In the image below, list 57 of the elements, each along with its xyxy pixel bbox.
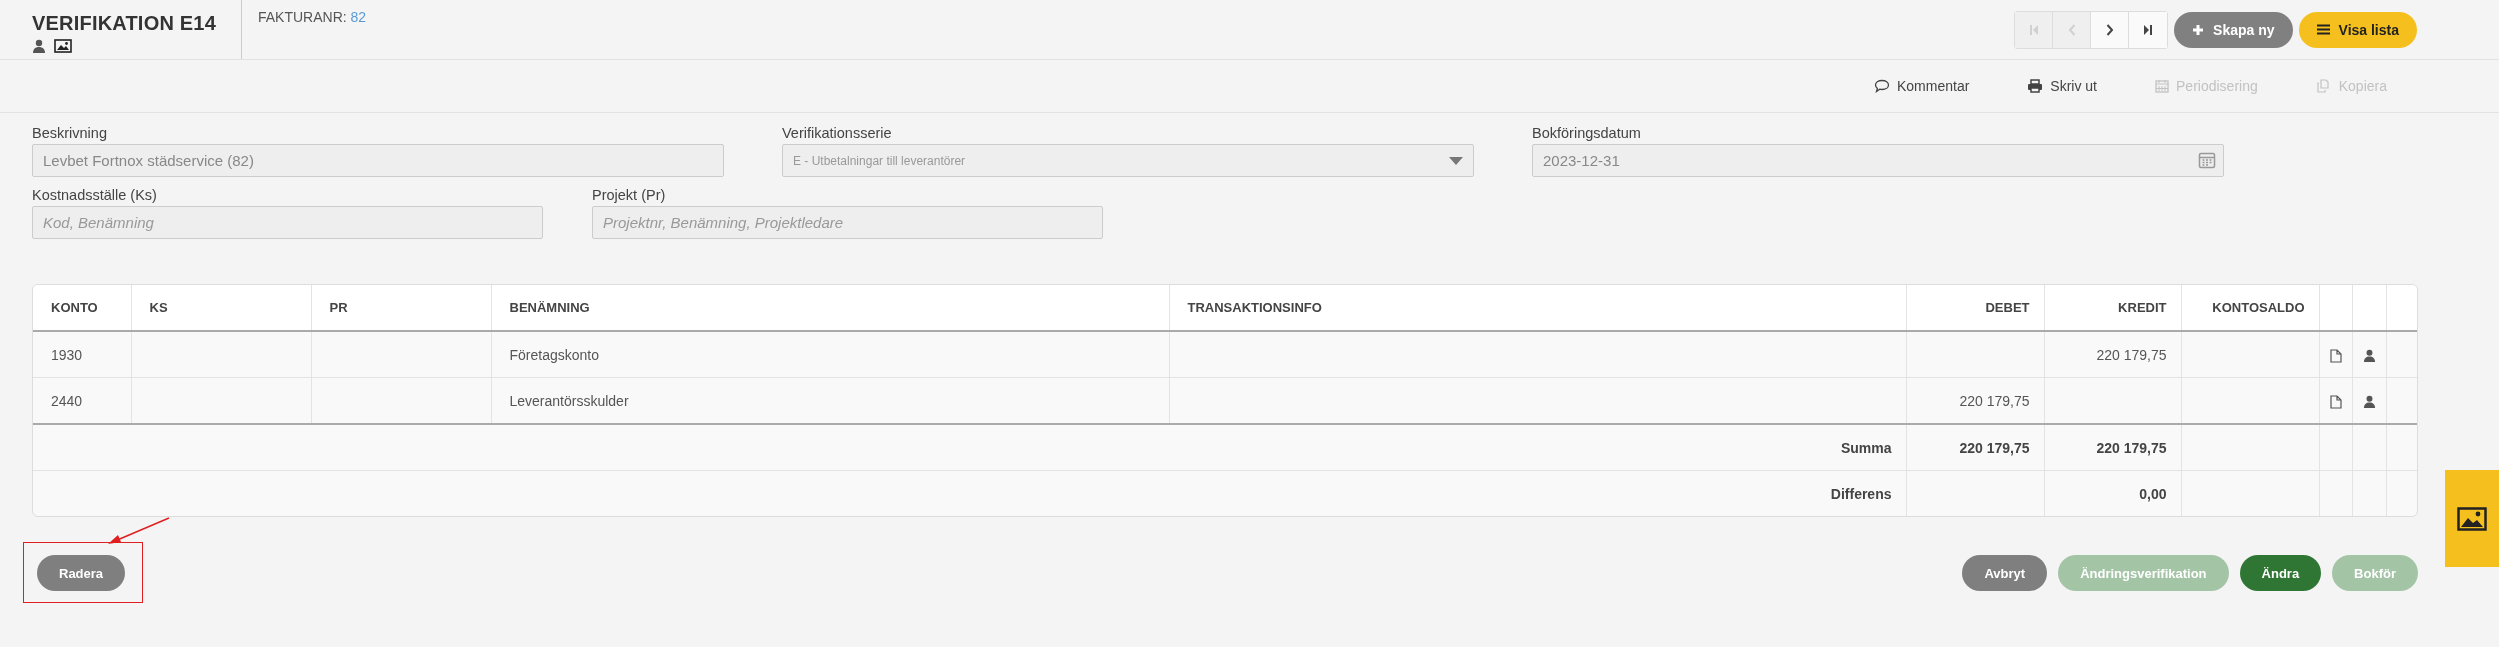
field-label: Verifikationsserie (782, 125, 893, 141)
table-cell: 1930 (51, 346, 83, 363)
field-label: Kostnadsställe (Ks) (32, 187, 158, 203)
document-icon[interactable] (2329, 394, 2342, 409)
secondary-button[interactable]: Radera (37, 555, 126, 591)
invoice-number[interactable]: 82 (350, 9, 367, 25)
table-cell: 220 179,75 (1959, 392, 2030, 409)
print-action[interactable]: Skriv ut (2027, 78, 2097, 94)
skip-first-icon (2028, 23, 2039, 36)
table-cell: Företagskonto (509, 346, 599, 363)
page-title: VERIFIKATION E14 (32, 12, 216, 35)
column-header: KONTO (51, 300, 98, 315)
document-icon[interactable] (2329, 348, 2342, 363)
total-label: Differens (1830, 485, 1892, 502)
person-icon (32, 39, 46, 53)
person-icon[interactable] (2362, 395, 2376, 409)
column-header: TRANSAKTIONSINFO (1187, 300, 1322, 315)
caret-icon (1449, 156, 1463, 165)
total-amount: 220 179,75 (2096, 439, 2167, 456)
comment-action[interactable]: Kommentar (1873, 78, 1970, 94)
action-button[interactable]: Ändra (2239, 555, 2322, 591)
speech-bubble-icon (1873, 79, 1890, 93)
invoice-label: FAKTURANR: (258, 9, 347, 25)
total-amount: 0,00 (2139, 485, 2167, 502)
printer-icon (2027, 79, 2044, 93)
total-label: Summa (1840, 439, 1892, 456)
column-header: KS (149, 300, 168, 315)
column-header: PR (329, 300, 348, 315)
image-icon (54, 39, 72, 53)
image-icon[interactable] (2457, 506, 2487, 531)
column-header: KREDIT (2118, 300, 2167, 315)
calendar-icon (2155, 79, 2169, 93)
list-button[interactable]: Visa lista (2298, 11, 2417, 48)
field-label: Beskrivning (32, 125, 108, 141)
chevron-right-icon (2104, 23, 2115, 36)
column-header: DEBET (1985, 300, 2030, 315)
text-field[interactable]: Levbet Fortnox städservice (82) (32, 144, 724, 177)
plus-icon (2192, 23, 2205, 36)
table-cell: 220 179,75 (2096, 346, 2167, 363)
field-label: Bokföringsdatum (1532, 125, 1642, 141)
column-header: BENÄMNING (509, 300, 590, 315)
chevron-left-icon (2066, 23, 2077, 36)
copy-icon (2315, 79, 2332, 93)
text-field[interactable]: Projektnr, Benämning, Projektledare (592, 206, 1103, 239)
create-button[interactable]: Skapa ny (2174, 11, 2293, 48)
person-icon[interactable] (2362, 349, 2376, 363)
table-cell: Leverantörsskulder (509, 392, 629, 409)
skip-last-icon (2143, 23, 2154, 36)
text-field[interactable]: Kod, Benämning (32, 206, 543, 239)
field-label: Projekt (Pr) (592, 187, 667, 203)
menu-icon (2316, 24, 2330, 35)
date-field[interactable]: 2023-12-31 (1532, 144, 2224, 177)
series-dropdown[interactable]: E - Utbetalningar till leverantörer (782, 144, 1474, 177)
table-cell: 2440 (51, 392, 83, 409)
secondary-button[interactable]: Avbryt (1962, 555, 2048, 591)
column-header: KONTOSALDO (2212, 300, 2305, 315)
total-amount: 220 179,75 (1959, 439, 2030, 456)
